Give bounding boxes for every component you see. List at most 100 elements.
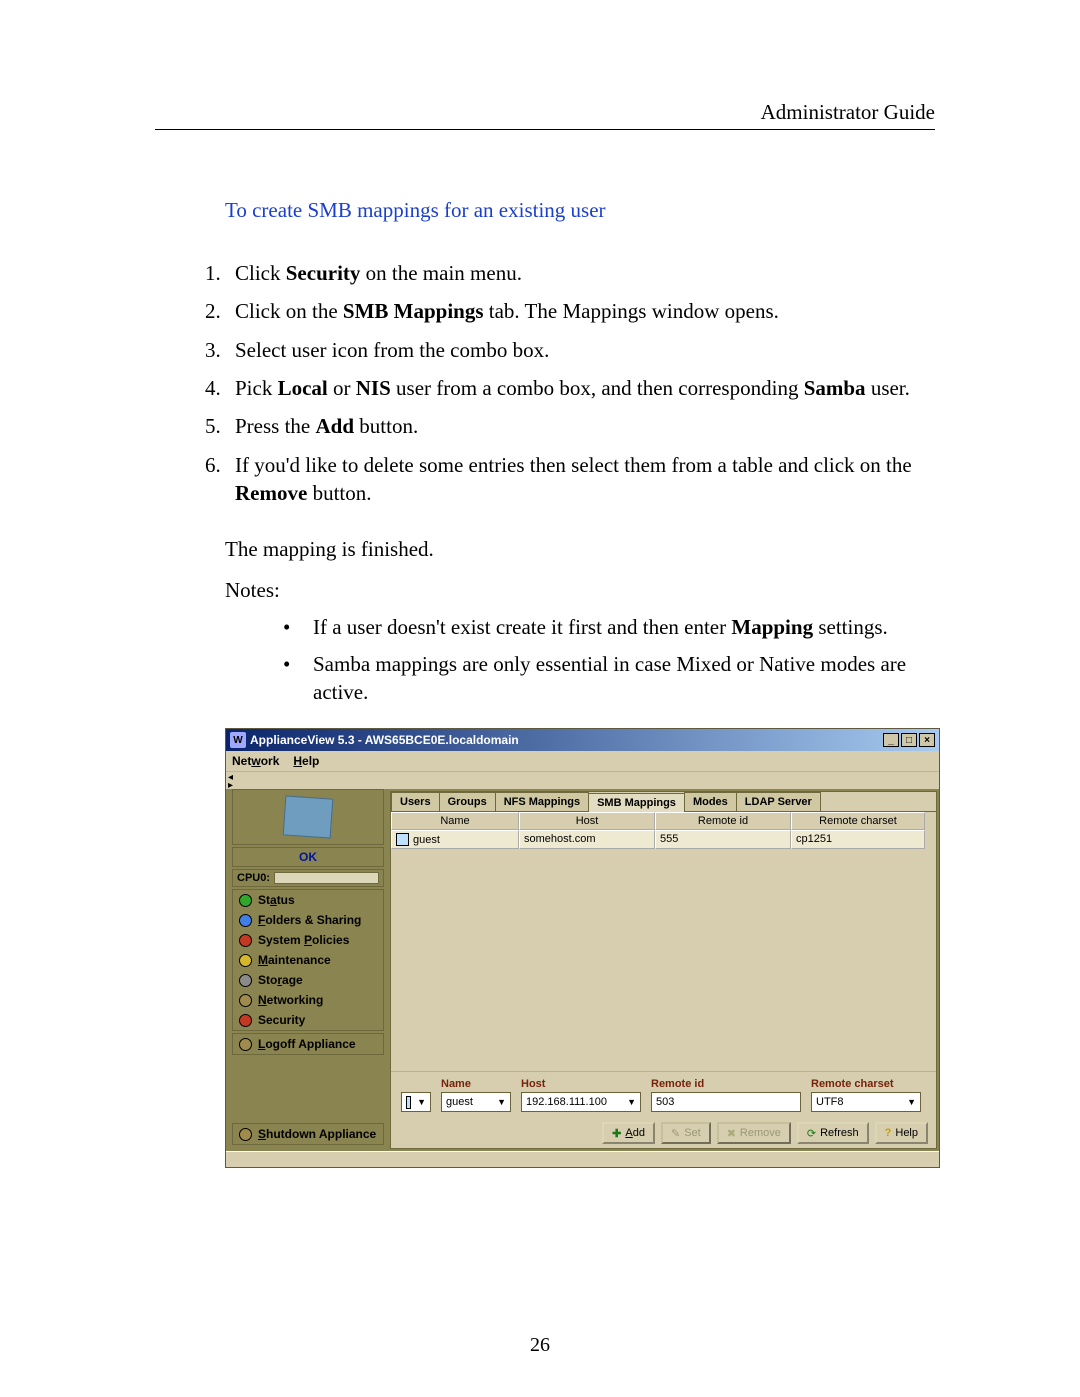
header-rule: [155, 129, 935, 130]
add-mapping-form: ▼ Name guest▼ Host 192.168.111.100▼ Remo…: [391, 1071, 936, 1118]
splitter-handle[interactable]: ◂ ▸: [226, 771, 939, 789]
tab-users[interactable]: Users: [391, 792, 440, 811]
nav-group-main: Status Folders & Sharing System Policies…: [232, 889, 384, 1031]
x-icon: ✖: [727, 1127, 736, 1140]
user-icon: [396, 833, 409, 846]
maintenance-icon: [239, 954, 252, 967]
sidebar-item-folders[interactable]: Folders & Sharing: [233, 910, 383, 930]
app-window: W ApplianceView 5.3 - AWS65BCE0E.localdo…: [225, 728, 940, 1168]
table-body[interactable]: guest somehost.com 555 cp1251: [391, 830, 936, 1071]
refresh-button[interactable]: ⟳Refresh: [797, 1122, 869, 1144]
step-num: 1.: [205, 259, 235, 287]
step-num: 2.: [205, 297, 235, 325]
charset-combo[interactable]: UTF8▼: [811, 1092, 921, 1112]
step-num: 6.: [205, 451, 235, 508]
note-text: Samba mappings are only essential in cas…: [313, 650, 935, 707]
storage-icon: [239, 974, 252, 987]
form-host-label: Host: [521, 1078, 641, 1090]
sidebar-item-storage[interactable]: Storage: [233, 970, 383, 990]
tabs: Users Groups NFS Mappings SMB Mappings M…: [391, 792, 936, 812]
form-remoteid-label: Remote id: [651, 1078, 801, 1090]
remoteid-input[interactable]: 503: [651, 1092, 801, 1112]
security-icon: [239, 1014, 252, 1027]
refresh-icon: ⟳: [807, 1127, 816, 1140]
sidebar-item-policies[interactable]: System Policies: [233, 930, 383, 950]
sidebar-item-shutdown[interactable]: Shutdown Appliance: [233, 1124, 383, 1144]
statusbar: [226, 1151, 939, 1167]
cell-name: guest: [413, 834, 440, 846]
th-host[interactable]: Host: [519, 812, 655, 830]
step-num: 3.: [205, 336, 235, 364]
networking-icon: [239, 994, 252, 1007]
step-num: 4.: [205, 374, 235, 402]
paragraph-finished: The mapping is finished.: [225, 537, 935, 562]
tab-nfs-mappings[interactable]: NFS Mappings: [495, 792, 589, 811]
titlebar[interactable]: W ApplianceView 5.3 - AWS65BCE0E.localdo…: [226, 729, 939, 751]
menubar: Network Help: [226, 751, 939, 771]
status-icon: [239, 894, 252, 907]
menu-help[interactable]: Help: [293, 754, 319, 768]
tab-groups[interactable]: Groups: [439, 792, 496, 811]
window-title: ApplianceView 5.3 - AWS65BCE0E.localdoma…: [250, 733, 883, 747]
main-panel: Users Groups NFS Mappings SMB Mappings M…: [390, 791, 937, 1149]
sidebar-item-security[interactable]: Security: [233, 1010, 383, 1030]
cpu-gauge: CPU0:: [232, 869, 384, 887]
nav-group-shutdown: Shutdown Appliance: [232, 1123, 384, 1145]
sidebar-item-status[interactable]: Status: [233, 890, 383, 910]
note-text: If a user doesn't exist create it first …: [313, 613, 935, 641]
app-icon: W: [230, 732, 246, 748]
step-text: If you'd like to delete some entries the…: [235, 451, 935, 508]
cpu-label: CPU0:: [237, 872, 270, 884]
minimize-button[interactable]: _: [883, 733, 899, 747]
appliance-logo: [232, 789, 384, 845]
close-button[interactable]: ×: [919, 733, 935, 747]
help-icon: ?: [885, 1127, 892, 1139]
action-bar: ✚Add ✎Set ✖Remove ⟳Refresh ?Help: [391, 1118, 936, 1148]
menu-network[interactable]: Network: [232, 754, 279, 768]
cell-charset: cp1251: [791, 830, 925, 849]
tab-ldap-server[interactable]: LDAP Server: [736, 792, 821, 811]
nav-group-logoff: Logoff Appliance: [232, 1033, 384, 1055]
splitter-arrow-right-icon: ▸: [228, 780, 233, 791]
user-type-combo[interactable]: ▼: [401, 1092, 431, 1112]
form-name-label: Name: [441, 1078, 511, 1090]
tab-modes[interactable]: Modes: [684, 792, 737, 811]
table-row[interactable]: guest somehost.com 555 cp1251: [391, 830, 936, 849]
bullet-icon: •: [283, 650, 313, 707]
sidebar-item-networking[interactable]: Networking: [233, 990, 383, 1010]
section-title: To create SMB mappings for an existing u…: [225, 198, 935, 223]
steps-list: 1. Click Security on the main menu. 2. C…: [205, 259, 935, 507]
folders-icon: [239, 914, 252, 927]
step-text: Click on the SMB Mappings tab. The Mappi…: [235, 297, 935, 325]
cpu-bar: [274, 872, 379, 884]
page-header: Administrator Guide: [155, 100, 935, 125]
th-remoteid[interactable]: Remote id: [655, 812, 791, 830]
add-button[interactable]: ✚Add: [602, 1122, 655, 1144]
th-charset[interactable]: Remote charset: [791, 812, 925, 830]
pencil-icon: ✎: [671, 1127, 680, 1140]
help-button[interactable]: ?Help: [875, 1122, 928, 1144]
step-text: Click Security on the main menu.: [235, 259, 935, 287]
step-text: Press the Add button.: [235, 412, 935, 440]
logoff-icon: [239, 1038, 252, 1051]
sidebar-item-logoff[interactable]: Logoff Appliance: [233, 1034, 383, 1054]
tab-smb-mappings[interactable]: SMB Mappings: [588, 793, 685, 812]
host-combo[interactable]: 192.168.111.100▼: [521, 1092, 641, 1112]
cell-host: somehost.com: [519, 830, 655, 849]
step-text: Pick Local or NIS user from a combo box,…: [235, 374, 935, 402]
sidebar: OK CPU0: Status Folders & Sharing System…: [226, 789, 390, 1151]
th-name[interactable]: Name: [391, 812, 519, 830]
cell-remoteid: 555: [655, 830, 791, 849]
notes-label: Notes:: [225, 578, 935, 603]
policies-icon: [239, 934, 252, 947]
maximize-button[interactable]: □: [901, 733, 917, 747]
page-number: 26: [0, 1334, 1080, 1357]
step-num: 5.: [205, 412, 235, 440]
sidebar-item-maintenance[interactable]: Maintenance: [233, 950, 383, 970]
status-ok-label: OK: [232, 847, 384, 867]
step-text: Select user icon from the combo box.: [235, 336, 935, 364]
plus-icon: ✚: [612, 1127, 621, 1140]
name-combo[interactable]: guest▼: [441, 1092, 511, 1112]
form-charset-label: Remote charset: [811, 1078, 921, 1090]
set-button: ✎Set: [661, 1122, 711, 1144]
